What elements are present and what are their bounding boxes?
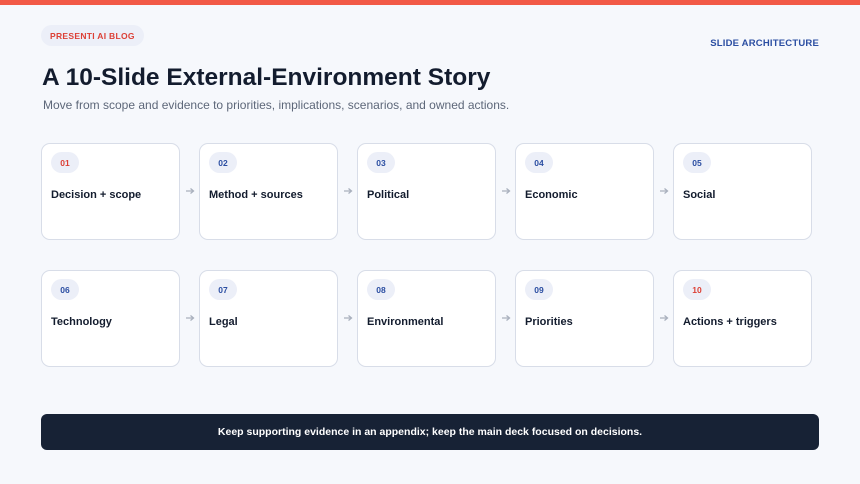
slide-number-badge: 04 — [525, 152, 553, 173]
slide-card-08: 08 Environmental — [357, 270, 496, 367]
slide-card-05: 05 Social — [673, 143, 812, 240]
slide-label: Economic — [525, 189, 578, 201]
slide-number-badge: 08 — [367, 279, 395, 300]
slide-number-badge: 05 — [683, 152, 711, 173]
slide-number-badge: 03 — [367, 152, 395, 173]
footer-callout: Keep supporting evidence in an appendix;… — [41, 414, 819, 450]
slide-card-02: 02 Method + sources — [199, 143, 338, 240]
section-label: SLIDE ARCHITECTURE — [710, 38, 819, 49]
arrow-right-icon — [502, 188, 511, 194]
slide-label: Method + sources — [209, 189, 303, 201]
arrow-right-icon — [502, 315, 511, 321]
arrow-right-icon — [344, 188, 353, 194]
slide-number-badge: 09 — [525, 279, 553, 300]
slide-card-07: 07 Legal — [199, 270, 338, 367]
slide-card-06: 06 Technology — [41, 270, 180, 367]
slide-label: Legal — [209, 316, 238, 328]
top-accent-bar — [0, 0, 860, 5]
arrow-right-icon — [186, 188, 195, 194]
slide-number-badge: 10 — [683, 279, 711, 300]
slide-label: Actions + triggers — [683, 316, 777, 328]
slide-card-04: 04 Economic — [515, 143, 654, 240]
slide-card-10: 10 Actions + triggers — [673, 270, 812, 367]
slide-label: Decision + scope — [51, 189, 142, 201]
slide-card-09: 09 Priorities — [515, 270, 654, 367]
slide-card-03: 03 Political — [357, 143, 496, 240]
arrow-right-icon — [660, 188, 669, 194]
slide-card-01: 01 Decision + scope — [41, 143, 180, 240]
slide-label: Social — [683, 189, 716, 201]
slide-number-badge: 07 — [209, 279, 237, 300]
slide-label: Political — [367, 189, 410, 201]
blog-badge: PRESENTI AI BLOG — [41, 25, 144, 46]
slide-number-badge: 06 — [51, 279, 79, 300]
slide-label: Technology — [51, 316, 112, 328]
arrow-right-icon — [344, 315, 353, 321]
slide-label: Environmental — [367, 316, 444, 328]
slide-number-badge: 01 — [51, 152, 79, 173]
arrow-right-icon — [186, 315, 195, 321]
arrow-right-icon — [660, 315, 669, 321]
slide-label: Priorities — [525, 316, 573, 328]
page-title: A 10-Slide External-Environment Story — [42, 64, 491, 91]
page-subtitle: Move from scope and evidence to prioriti… — [43, 98, 510, 112]
slide-number-badge: 02 — [209, 152, 237, 173]
